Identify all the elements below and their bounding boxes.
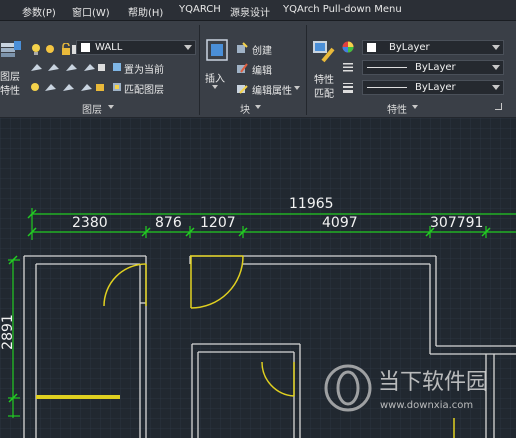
set-current-icon[interactable]	[112, 62, 122, 72]
layer-tool-icons-row1[interactable]	[30, 61, 106, 73]
layer-properties-icon[interactable]	[0, 39, 22, 61]
match-properties-label-1[interactable]: 特性	[314, 71, 334, 86]
watermark-url: www.downxia.com	[380, 400, 474, 411]
chevron-down-icon	[184, 45, 192, 50]
dimension-text: 2380	[72, 215, 108, 231]
chevron-down-icon	[492, 65, 500, 70]
create-block-icon[interactable]	[236, 42, 248, 54]
insert-chevron-down-icon[interactable]	[212, 85, 218, 89]
lineweight-dropdown[interactable]: ByLayer	[362, 80, 504, 95]
linetype-preview-icon	[367, 67, 407, 68]
edit-attributes-label[interactable]: 编辑属性	[252, 82, 292, 97]
menu-bar: 参数(P) 窗口(W) 帮助(H) YQARCH 源泉设计 YQArch Pul…	[0, 0, 516, 21]
match-layer-icon[interactable]	[112, 82, 122, 92]
color-swatch-icon	[367, 43, 376, 52]
overall-dimension-text: 11965	[289, 196, 334, 212]
vertical-dimension-text: 2891	[0, 314, 16, 350]
panel-divider	[199, 25, 200, 115]
linetype-icon[interactable]	[342, 61, 354, 73]
watermark-title: 当下软件园	[378, 370, 489, 395]
properties-panel-expand-icon[interactable]	[412, 105, 418, 109]
layers-panel-label[interactable]: 图层	[82, 101, 102, 116]
set-current-label[interactable]: 置为当前	[124, 61, 164, 76]
menu-window[interactable]: 窗口(W)	[72, 4, 110, 19]
menu-help[interactable]: 帮助(H)	[128, 4, 163, 19]
create-label[interactable]: 创建	[252, 42, 272, 57]
dimension-text: 4097	[322, 215, 358, 231]
watermark-logo-icon	[324, 364, 372, 412]
dimension-text: 307791	[430, 215, 484, 231]
color-dropdown-value: ByLayer	[389, 42, 430, 53]
properties-panel-label[interactable]: 特性	[387, 101, 407, 116]
watermark: 当下软件园 www.downxia.com	[322, 362, 492, 420]
menu-yqarch[interactable]: YQARCH	[179, 4, 221, 15]
chevron-down-icon	[492, 85, 500, 90]
layer-properties-label-1[interactable]: 图层	[0, 68, 20, 83]
lineweight-icon[interactable]	[342, 81, 354, 93]
lineweight-preview-icon	[367, 87, 407, 88]
layer-state-icons[interactable]	[30, 42, 76, 55]
color-wheel-icon[interactable]	[342, 41, 354, 53]
color-dropdown[interactable]: ByLayer	[362, 40, 504, 55]
menu-yuanquan-design[interactable]: 源泉设计	[230, 4, 270, 19]
layer-properties-label-2[interactable]: 特性	[0, 82, 20, 97]
match-layer-label[interactable]: 匹配图层	[124, 81, 164, 96]
linetype-dropdown[interactable]: ByLayer	[362, 60, 504, 75]
layer-color-swatch-icon	[81, 43, 90, 52]
menu-params[interactable]: 参数(P)	[22, 4, 56, 19]
panel-launcher-icon[interactable]	[495, 103, 502, 110]
lineweight-dropdown-value: ByLayer	[415, 82, 456, 93]
layer-dropdown-value: WALL	[95, 42, 123, 53]
layer-dropdown[interactable]: WALL	[76, 40, 196, 55]
match-properties-icon[interactable]	[311, 39, 337, 63]
panel-divider	[306, 25, 307, 115]
insert-label[interactable]: 插入	[205, 70, 225, 85]
chevron-down-icon	[492, 45, 500, 50]
edit-attributes-icon[interactable]	[236, 82, 248, 94]
dimension-text: 1207	[200, 215, 236, 231]
insert-block-icon[interactable]	[204, 37, 230, 63]
menu-yqarch-pulldown[interactable]: YQArch Pull-down Menu	[283, 4, 402, 15]
layer-tool-icons-row2[interactable]	[30, 81, 106, 93]
block-panel-expand-icon[interactable]	[255, 105, 261, 109]
ribbon: 图层 特性 WALL 置为当前 匹配图层 图层 插入 创建 编辑 编辑属性 块 …	[0, 21, 516, 118]
edit-label[interactable]: 编辑	[252, 62, 272, 77]
block-panel-label[interactable]: 块	[240, 101, 250, 116]
match-properties-label-2[interactable]: 匹配	[314, 85, 334, 100]
panel-expand-icon[interactable]	[108, 105, 114, 109]
linetype-dropdown-value: ByLayer	[415, 62, 456, 73]
edit-block-icon[interactable]	[236, 62, 248, 74]
dimension-text: 876	[155, 215, 182, 231]
edit-attributes-chevron-down-icon[interactable]	[294, 86, 300, 90]
